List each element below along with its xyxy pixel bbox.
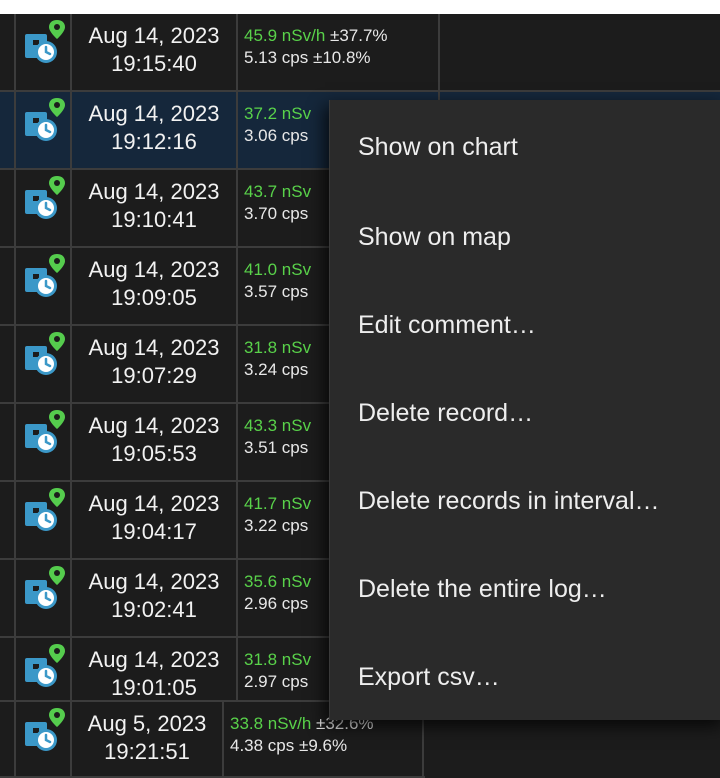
record-date-cell: Aug 14, 2023 19:05:53 xyxy=(72,404,238,480)
record-date: Aug 14, 2023 xyxy=(88,179,220,204)
record-date: Aug 14, 2023 xyxy=(88,101,220,126)
context-menu: Show on chart Show on map Edit comment… Del… xyxy=(329,100,720,720)
dose-rate-value: 45.9 nSv/h xyxy=(244,26,326,45)
location-record-icon xyxy=(25,332,65,375)
record-date-cell: Aug 14, 2023 19:07:29 xyxy=(72,326,238,402)
dose-rate-uncertainty: ±37.7% xyxy=(325,26,388,45)
record-date: Aug 14, 2023 xyxy=(88,335,220,360)
menu-item-delete-records-in-interval[interactable]: Delete records in interval… xyxy=(330,457,720,545)
record-icon-cell xyxy=(14,702,72,776)
log-row[interactable]: Aug 14, 2023 19:15:40 45.9 nSv/h ±37.7% 5.1… xyxy=(0,14,720,92)
record-time: 19:21:51 xyxy=(104,739,190,764)
record-time: 19:09:05 xyxy=(111,285,197,310)
dose-rate-value: 31.8 nSv xyxy=(244,650,312,669)
menu-item-show-on-map[interactable]: Show on map xyxy=(330,193,720,281)
record-date: Aug 14, 2023 xyxy=(88,413,220,438)
record-date-cell: Aug 14, 2023 19:02:41 xyxy=(72,560,238,636)
record-time: 19:12:16 xyxy=(111,129,197,154)
record-date-cell: Aug 14, 2023 19:10:41 xyxy=(72,170,238,246)
location-record-icon xyxy=(25,20,65,63)
record-icon-cell xyxy=(14,638,72,700)
location-record-icon xyxy=(25,566,65,609)
screen: Aug 14, 2023 19:15:40 45.9 nSv/h ±37.7% 5.1… xyxy=(0,0,720,778)
dose-rate-value: 35.6 nSv xyxy=(244,572,312,591)
dose-rate-value: 41.0 nSv xyxy=(244,260,312,279)
record-date: Aug 14, 2023 xyxy=(88,257,220,282)
record-icon-cell xyxy=(14,326,72,402)
record-date-cell: Aug 14, 2023 19:04:17 xyxy=(72,482,238,558)
record-icon-cell xyxy=(14,560,72,636)
record-icon-cell xyxy=(14,248,72,324)
record-date-cell: Aug 5, 2023 19:21:51 xyxy=(72,702,224,776)
dose-rate-value: 37.2 nSv xyxy=(244,104,312,123)
dose-rate-value: 33.8 nSv/h xyxy=(230,714,312,733)
record-time: 19:02:41 xyxy=(111,597,197,622)
record-date: Aug 14, 2023 xyxy=(88,647,220,672)
location-record-icon xyxy=(25,488,65,531)
record-date: Aug 5, 2023 xyxy=(87,711,207,736)
menu-item-show-on-chart[interactable]: Show on chart xyxy=(330,103,720,191)
record-date: Aug 14, 2023 xyxy=(88,569,220,594)
dose-rate-value: 43.7 nSv xyxy=(244,182,312,201)
record-time: 19:15:40 xyxy=(111,51,197,76)
record-time: 19:07:29 xyxy=(111,363,197,388)
record-time: 19:10:41 xyxy=(111,207,197,232)
menu-item-delete-entire-log[interactable]: Delete the entire log… xyxy=(330,545,720,633)
record-icon-cell xyxy=(14,404,72,480)
top-strip xyxy=(0,0,720,14)
record-date-cell: Aug 14, 2023 19:12:16 xyxy=(72,92,238,168)
record-time: 19:04:17 xyxy=(111,519,197,544)
dose-rate-value: 31.8 nSv xyxy=(244,338,312,357)
location-record-icon xyxy=(25,410,65,453)
menu-item-export-csv[interactable]: Export csv… xyxy=(330,633,720,721)
dose-rate: 45.9 nSv/h ±37.7% xyxy=(244,26,438,46)
record-icon-cell xyxy=(14,92,72,168)
record-date: Aug 14, 2023 xyxy=(88,491,220,516)
record-values-cell: 45.9 nSv/h ±37.7% 5.13 cps ±10.8% xyxy=(238,14,440,90)
location-record-icon xyxy=(25,176,65,219)
location-record-icon xyxy=(25,708,65,751)
record-date-cell: Aug 14, 2023 19:09:05 xyxy=(72,248,238,324)
dose-rate-value: 43.3 nSv xyxy=(244,416,312,435)
menu-item-delete-record[interactable]: Delete record… xyxy=(330,369,720,457)
record-date: Aug 14, 2023 xyxy=(88,23,220,48)
location-record-icon xyxy=(25,98,65,141)
location-record-icon xyxy=(25,254,65,297)
menu-item-edit-comment[interactable]: Edit comment… xyxy=(330,281,720,369)
record-icon-cell xyxy=(14,14,72,90)
record-time: 19:05:53 xyxy=(111,441,197,466)
record-date-cell: Aug 14, 2023 19:15:40 xyxy=(72,14,238,90)
count-rate: 5.13 cps ±10.8% xyxy=(244,48,371,67)
dose-rate-value: 41.7 nSv xyxy=(244,494,312,513)
count-rate: 4.38 cps ±9.6% xyxy=(230,736,348,755)
record-time: 19:01:05 xyxy=(111,675,197,700)
record-icon-cell xyxy=(14,482,72,558)
location-record-icon xyxy=(25,644,65,687)
record-date-cell: Aug 14, 2023 19:01:05 xyxy=(72,638,238,700)
record-icon-cell xyxy=(14,170,72,246)
